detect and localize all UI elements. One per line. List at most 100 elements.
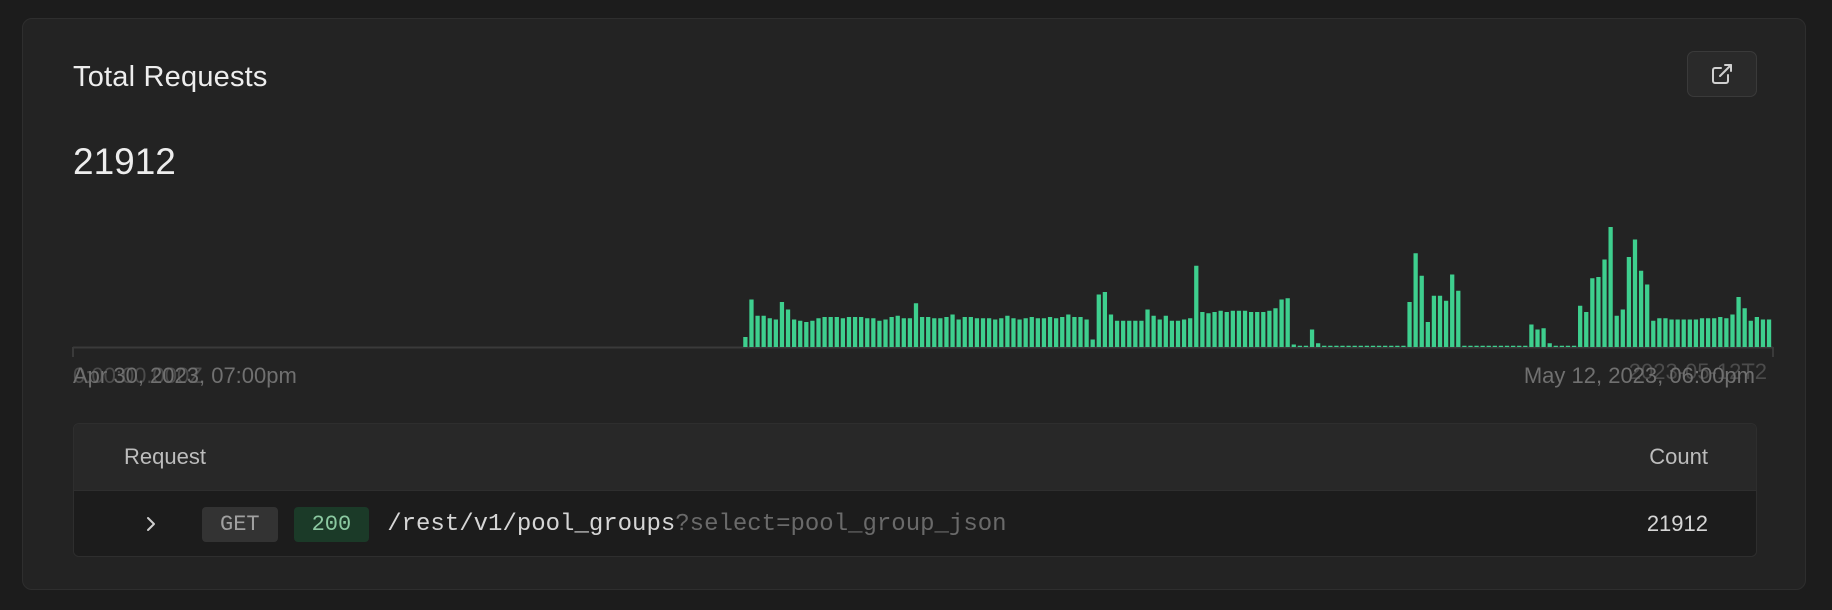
chart-bar[interactable]	[1169, 320, 1175, 347]
chart-bar[interactable]	[1023, 318, 1028, 347]
chart-bar[interactable]	[993, 319, 998, 348]
chart-bar[interactable]	[1474, 345, 1479, 347]
chart-bar[interactable]	[1358, 345, 1363, 347]
chart-bar[interactable]	[1334, 345, 1339, 347]
chart-bar[interactable]	[1687, 319, 1692, 348]
chart-bar[interactable]	[1645, 284, 1650, 348]
chart-bar[interactable]	[901, 318, 906, 347]
chart-bar[interactable]	[1523, 345, 1528, 347]
chart-bar[interactable]	[1303, 345, 1309, 347]
chart-bar[interactable]	[1102, 292, 1108, 347]
chart-bar[interactable]	[1754, 317, 1759, 347]
chart-bar[interactable]	[1041, 318, 1047, 347]
chart-bar[interactable]	[1608, 227, 1613, 347]
chart-bar[interactable]	[1547, 343, 1552, 347]
chart-bar[interactable]	[1151, 315, 1156, 347]
chart-bar[interactable]	[1736, 297, 1741, 347]
chart-bar[interactable]	[1590, 278, 1595, 347]
chart-bar[interactable]	[1175, 320, 1181, 347]
chart-bar[interactable]	[822, 317, 827, 347]
chart-bar[interactable]	[1352, 345, 1357, 347]
chart-bar[interactable]	[974, 318, 980, 347]
chart-bar[interactable]	[1291, 344, 1296, 348]
chart-bar[interactable]	[1584, 312, 1589, 347]
chart-bar[interactable]	[767, 318, 772, 347]
chart-bar[interactable]	[956, 319, 961, 348]
chart-bar[interactable]	[1718, 317, 1723, 347]
chart-bar[interactable]	[913, 303, 919, 347]
chart-bar[interactable]	[1596, 277, 1601, 347]
chart-bar[interactable]	[1273, 308, 1278, 347]
chart-bar[interactable]	[773, 319, 778, 348]
chart-bar[interactable]	[1114, 320, 1120, 347]
chart-bar[interactable]	[1328, 345, 1333, 347]
chart-bar[interactable]	[1054, 318, 1059, 347]
chart-bar[interactable]	[1279, 299, 1284, 348]
chart-bar[interactable]	[1346, 345, 1351, 347]
chart-bar[interactable]	[1462, 345, 1467, 347]
chart-bar[interactable]	[1047, 317, 1053, 347]
chart-bar[interactable]	[1212, 312, 1217, 347]
chart-bar[interactable]	[1663, 318, 1668, 347]
chart-bar[interactable]	[1242, 310, 1248, 347]
chart-bar[interactable]	[1194, 265, 1199, 347]
chart-bar[interactable]	[1602, 259, 1607, 348]
chart-bar[interactable]	[877, 320, 882, 347]
chart-bar[interactable]	[1571, 345, 1577, 347]
chart-bar[interactable]	[1565, 345, 1571, 347]
chart-bar[interactable]	[1017, 319, 1022, 348]
chart-bar[interactable]	[1322, 345, 1327, 347]
chart-bar[interactable]	[926, 317, 931, 347]
chart-bar[interactable]	[1072, 317, 1077, 347]
chart-bar[interactable]	[755, 315, 760, 347]
chart-bar[interactable]	[1626, 257, 1632, 347]
chart-bar[interactable]	[852, 317, 858, 347]
chart-bar[interactable]	[1620, 309, 1625, 348]
chart-bar[interactable]	[865, 318, 870, 347]
chart-bar[interactable]	[1139, 320, 1144, 347]
chart-bar[interactable]	[761, 315, 766, 347]
chart-bar[interactable]	[1492, 345, 1497, 347]
chart-bar[interactable]	[1078, 317, 1083, 347]
chart-bar[interactable]	[1395, 345, 1400, 347]
chart-bar[interactable]	[1035, 318, 1040, 347]
chart-bar[interactable]	[1090, 339, 1095, 348]
chart-bar[interactable]	[1529, 324, 1534, 348]
chart-bar[interactable]	[1651, 320, 1656, 347]
chart-bar[interactable]	[1517, 345, 1522, 347]
chart-bar[interactable]	[1480, 345, 1485, 347]
chart-bar[interactable]	[1181, 319, 1187, 348]
chart-bar[interactable]	[1431, 295, 1437, 347]
chart-bar[interactable]	[938, 318, 943, 347]
chart-bar[interactable]	[798, 320, 803, 347]
chart-bar[interactable]	[1657, 318, 1662, 347]
chart-bar[interactable]	[1638, 270, 1644, 347]
chart-bar[interactable]	[1705, 318, 1711, 347]
chart-bar[interactable]	[1760, 319, 1766, 348]
chart-bar[interactable]	[1419, 275, 1424, 347]
chart-bar[interactable]	[1340, 345, 1345, 347]
chart-bar[interactable]	[785, 309, 791, 348]
chart-bar[interactable]	[980, 318, 986, 347]
chart-bar[interactable]	[1498, 345, 1504, 347]
chart-bar[interactable]	[1468, 345, 1473, 347]
chart-bar[interactable]	[871, 318, 876, 347]
chart-bar[interactable]	[883, 319, 888, 348]
chart-bar[interactable]	[1553, 345, 1558, 347]
chart-bar[interactable]	[1456, 290, 1461, 347]
chart-bar[interactable]	[1163, 315, 1168, 347]
chart-bar[interactable]	[792, 319, 797, 348]
chart-bar[interactable]	[1364, 345, 1370, 347]
chart-bar[interactable]	[944, 317, 949, 347]
chart-bar[interactable]	[1255, 312, 1260, 347]
chart-bar[interactable]	[1200, 312, 1205, 347]
chart-bar[interactable]	[1121, 320, 1126, 347]
chart-bar[interactable]	[1188, 318, 1193, 347]
chart-bar[interactable]	[1261, 312, 1266, 347]
chart-bar[interactable]	[1309, 329, 1315, 348]
chart-bar[interactable]	[1437, 295, 1443, 347]
chart-bar[interactable]	[1413, 253, 1418, 347]
chart-bar[interactable]	[840, 318, 846, 347]
chart-bar[interactable]	[834, 317, 839, 347]
chart-bar[interactable]	[810, 320, 815, 347]
